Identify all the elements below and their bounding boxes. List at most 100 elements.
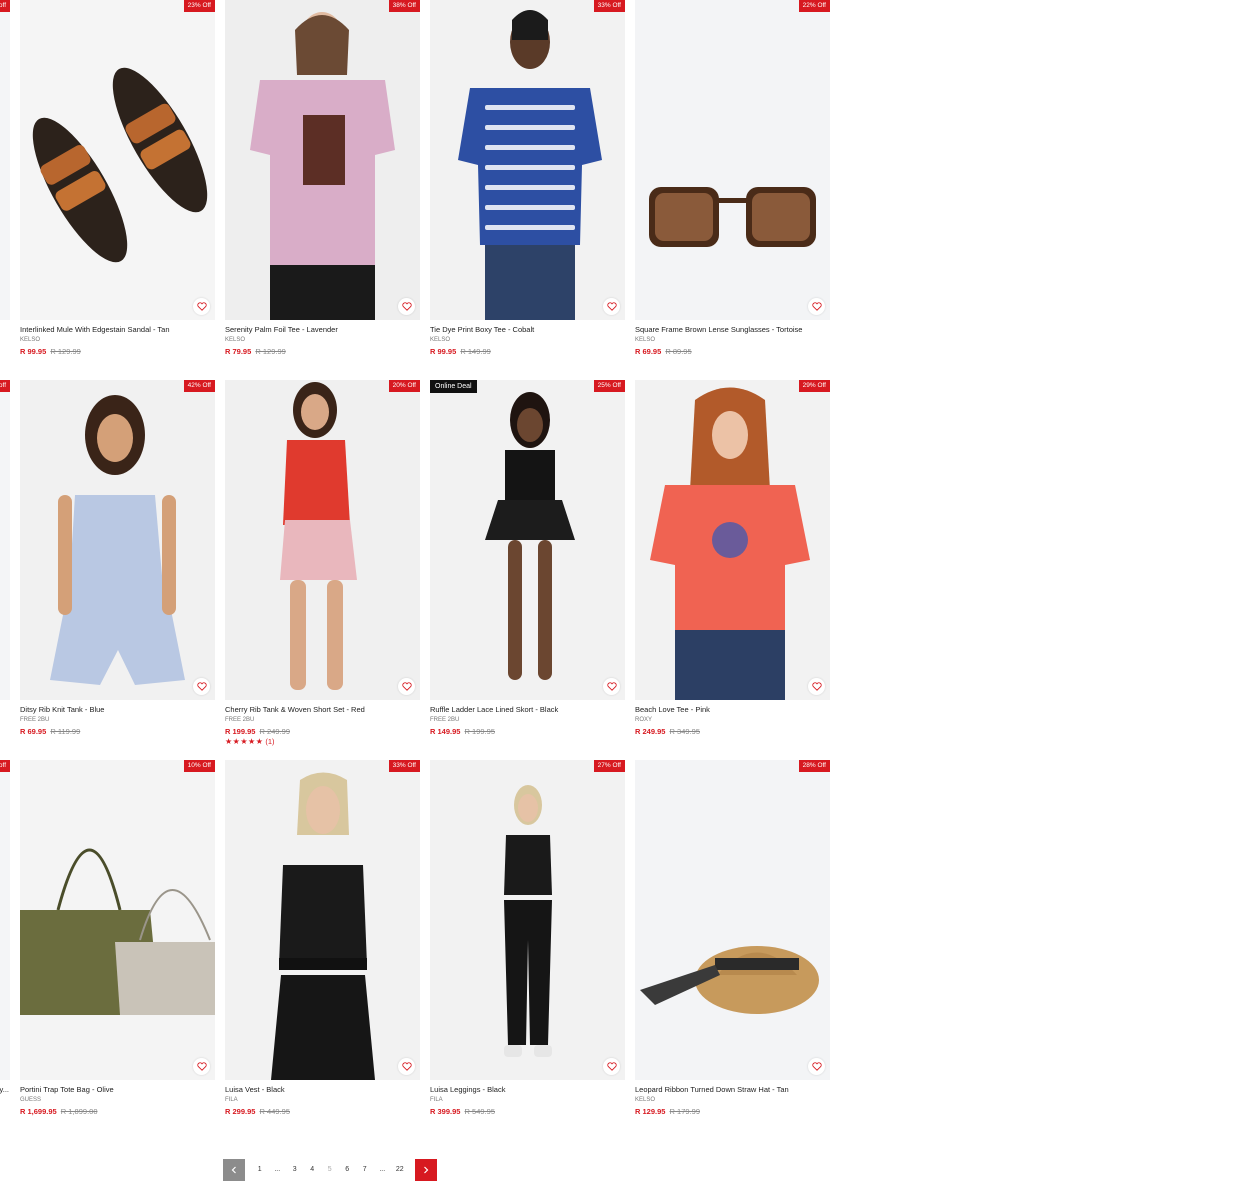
heart-icon[interactable] — [603, 678, 620, 695]
product-card[interactable]: 28% Off Leopard Ribbon Turned Down Straw… — [635, 760, 830, 1117]
page-ellipsis: ... — [379, 1166, 386, 1173]
product-card[interactable]: 42% Off Ditsy Rib Knit Tank - Blue FREE … — [20, 380, 215, 737]
heart-icon[interactable] — [808, 678, 825, 695]
heart-icon[interactable] — [808, 298, 825, 315]
current-price: R 199.95 — [225, 727, 256, 736]
product-image[interactable]: Online Deal 25% Off — [430, 380, 625, 700]
product-card[interactable]: 27% Off Luisa Leggings - Black FILA R 39… — [430, 760, 625, 1117]
current-price: R 249.95 — [635, 727, 666, 736]
product-image[interactable]: 33% Off — [225, 760, 420, 1080]
original-price: R 449.95 — [259, 1107, 290, 1116]
partial-product-card[interactable]: off — [0, 0, 10, 320]
product-name[interactable]: Luisa Leggings - Black — [430, 1085, 625, 1095]
heart-icon[interactable] — [398, 298, 415, 315]
current-price: R 149.95 — [430, 727, 461, 736]
current-price: R 79.95 — [225, 347, 252, 356]
page-link[interactable]: 6 — [339, 1159, 357, 1181]
current-price: R 99.95 — [20, 347, 47, 356]
partial-product-card[interactable]: off y... — [0, 760, 10, 1095]
page-link[interactable]: 3 — [286, 1159, 304, 1181]
original-price: R 89.95 — [665, 347, 692, 356]
product-card[interactable]: 38% Off Serenity Palm Foil Tee - Lavende… — [225, 0, 420, 357]
product-brand: GUESS — [20, 1097, 42, 1103]
pagination: 1 ... 3 4 5 6 7 ... 22 — [223, 1159, 437, 1181]
product-name[interactable]: Luisa Vest - Black — [225, 1085, 420, 1095]
product-price: R 69.95 R 89.95 — [635, 346, 830, 357]
product-name[interactable]: Ruffle Ladder Lace Lined Skort - Black — [430, 705, 625, 715]
product-price: R 299.95 R 449.95 — [225, 1106, 420, 1117]
product-image[interactable]: 42% Off — [20, 380, 215, 700]
discount-badge: 25% Off — [593, 380, 625, 392]
heart-icon[interactable] — [808, 1058, 825, 1075]
product-brand: FILA — [430, 1097, 443, 1103]
heart-icon[interactable] — [193, 678, 210, 695]
heart-icon[interactable] — [193, 298, 210, 315]
page-link[interactable]: 1 — [251, 1159, 269, 1181]
next-page-button[interactable] — [414, 1159, 437, 1181]
product-name[interactable]: Beach Love Tee - Pink — [635, 705, 830, 715]
original-price: R 129.99 — [255, 347, 286, 356]
star-rating[interactable]: ★★★★★ (1) — [225, 737, 420, 747]
discount-badge: off — [0, 760, 10, 772]
discount-badge: 27% Off — [593, 760, 625, 772]
product-card[interactable]: 33% Off Luisa Vest - Black FILA R 299.95… — [225, 760, 420, 1117]
product-card[interactable]: 33% Off Tie Dye Print Boxy Tee - Cobalt … — [430, 0, 625, 357]
product-brand: ROXY — [635, 717, 653, 723]
product-image[interactable]: 23% Off — [20, 0, 215, 320]
heart-icon[interactable] — [603, 298, 620, 315]
original-price: R 199.95 — [464, 727, 495, 736]
heart-icon[interactable] — [398, 1058, 415, 1075]
product-card[interactable]: Online Deal 25% Off Ruffle Ladder Lace L… — [430, 380, 625, 737]
product-image[interactable]: 38% Off — [225, 0, 420, 320]
page-link[interactable]: 7 — [356, 1159, 374, 1181]
discount-badge: 38% Off — [388, 0, 420, 12]
product-image[interactable]: 20% Off — [225, 380, 420, 700]
chevron-right-icon — [422, 1166, 430, 1174]
product-image[interactable]: 29% Off — [635, 380, 830, 700]
product-name[interactable]: Portini Trap Tote Bag - Olive — [20, 1085, 215, 1095]
original-price: R 249.99 — [259, 727, 290, 736]
heart-icon[interactable] — [398, 678, 415, 695]
page-ellipsis: ... — [274, 1166, 281, 1173]
product-name: y... — [0, 1085, 9, 1094]
product-price: R 99.95 R 129.99 — [20, 346, 215, 357]
product-name[interactable]: Interlinked Mule With Edgestain Sandal -… — [20, 325, 215, 335]
product-name[interactable]: Serenity Palm Foil Tee - Lavender — [225, 325, 420, 335]
product-card[interactable]: 23% Off Interlinked Mule With Edgestain … — [20, 0, 215, 357]
previous-column: off off off y... — [0, 0, 10, 1120]
current-price: R 99.95 — [430, 347, 457, 356]
discount-badge: 10% Off — [183, 760, 215, 772]
product-price: R 199.95 R 249.99 — [225, 726, 420, 737]
prev-page-button[interactable] — [223, 1159, 245, 1181]
product-name[interactable]: Tie Dye Print Boxy Tee - Cobalt — [430, 325, 625, 335]
discount-badge: 23% Off — [183, 0, 215, 12]
product-image[interactable]: 28% Off — [635, 760, 830, 1080]
heart-icon[interactable] — [193, 1058, 210, 1075]
heart-icon[interactable] — [603, 1058, 620, 1075]
discount-badge: 29% Off — [798, 380, 830, 392]
partial-product-card[interactable]: off — [0, 380, 10, 700]
product-brand: FREE 2BU — [430, 717, 460, 723]
product-name[interactable]: Square Frame Brown Lense Sunglasses - To… — [635, 325, 830, 335]
product-name[interactable]: Ditsy Rib Knit Tank - Blue — [20, 705, 215, 715]
product-card[interactable]: 29% Off Beach Love Tee - Pink ROXY R 249… — [635, 380, 830, 737]
page-link[interactable]: 4 — [304, 1159, 322, 1181]
product-price: R 99.95 R 149.99 — [430, 346, 625, 357]
product-price: R 129.95 R 179.99 — [635, 1106, 830, 1117]
page-link[interactable]: 22 — [391, 1159, 409, 1181]
product-image[interactable]: 33% Off — [430, 0, 625, 320]
product-card[interactable]: 22% Off Square Frame Brown Lense Sunglas… — [635, 0, 830, 357]
product-card[interactable]: 10% Off Portini Trap Tote Bag - Olive GU… — [20, 760, 215, 1117]
product-name[interactable]: Cherry Rib Tank & Woven Short Set - Red — [225, 705, 420, 715]
product-card[interactable]: 20% Off Cherry Rib Tank & Woven Short Se… — [225, 380, 420, 747]
product-image[interactable]: 10% Off — [20, 760, 215, 1080]
discount-badge: 42% Off — [183, 380, 215, 392]
product-price: R 1,699.95 R 1,899.00 — [20, 1106, 215, 1117]
product-image[interactable]: 27% Off — [430, 760, 625, 1080]
discount-badge: 33% Off — [593, 0, 625, 12]
product-name[interactable]: Leopard Ribbon Turned Down Straw Hat - T… — [635, 1085, 830, 1095]
product-image[interactable]: 22% Off — [635, 0, 830, 320]
product-price: R 69.95 R 119.99 — [20, 726, 215, 737]
product-price: R 399.95 R 549.95 — [430, 1106, 625, 1117]
product-brand: KELSO — [225, 337, 246, 343]
